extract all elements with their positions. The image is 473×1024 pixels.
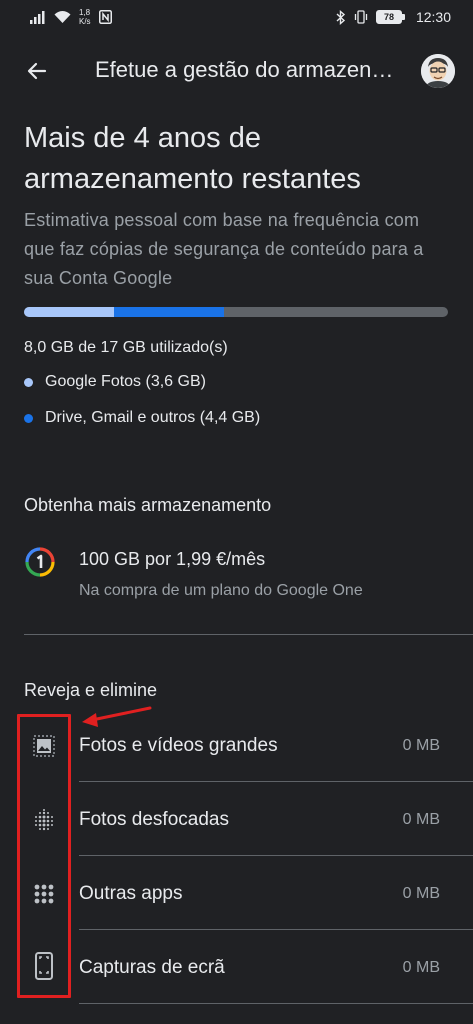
avatar[interactable]	[421, 54, 455, 88]
review-label: Outras apps	[79, 883, 183, 904]
review-label: Capturas de ecrã	[79, 957, 225, 978]
google-one-icon	[25, 547, 55, 577]
clock: 12:30	[415, 9, 451, 25]
app-bar: Efetue a gestão do armazenamento	[0, 44, 473, 96]
legend-item-drive: Drive, Gmail e outros (4,4 GB)	[24, 409, 260, 427]
battery-indicator: 78	[375, 10, 405, 24]
highlight-box	[17, 714, 71, 998]
storage-headline: Mais de 4 anos de armazenamento restante…	[24, 122, 361, 195]
usage-segment-drive	[114, 307, 224, 317]
review-size: 0 MB	[402, 811, 440, 828]
item-divider	[79, 929, 473, 930]
google-one-offer[interactable]: 100 GB por 1,99 €/mês Na compra de um pl…	[24, 540, 454, 606]
section-divider	[24, 634, 473, 635]
review-size: 0 MB	[402, 737, 440, 754]
usage-segment-photos	[24, 307, 114, 317]
get-more-title: Obtenha mais armazenamento	[24, 495, 272, 515]
arrow-back-icon	[27, 62, 47, 80]
legend-label-drive: Drive, Gmail e outros (4,4 GB)	[45, 409, 261, 426]
review-label: Fotos desfocadas	[79, 809, 229, 830]
status-right: 78 12:30	[336, 9, 451, 25]
avatar-icon	[421, 54, 455, 88]
signal-icon	[30, 10, 45, 24]
review-title: Reveja e elimine	[24, 680, 158, 700]
storage-description: Estimativa pessoal com base na frequênci…	[24, 210, 424, 288]
back-button[interactable]	[22, 56, 52, 86]
legend-label-photos: Google Fotos (3,6 GB)	[45, 373, 206, 390]
wifi-icon	[54, 10, 71, 23]
page-title: Efetue a gestão do armazenamento	[95, 57, 400, 82]
network-speed: 1,8 K/s	[79, 8, 91, 26]
item-divider	[79, 1003, 473, 1004]
review-size: 0 MB	[402, 959, 440, 976]
nfc-icon	[98, 10, 112, 24]
storage-usage-bar	[24, 307, 448, 317]
photos-dot	[24, 377, 33, 387]
legend-item-photos: Google Fotos (3,6 GB)	[24, 373, 206, 391]
status-bar: 1,8 K/s 78 12:30	[0, 0, 473, 34]
offer-title: 100 GB por 1,99 €/mês	[79, 549, 266, 569]
bluetooth-icon	[336, 9, 346, 25]
vibrate-icon	[354, 10, 368, 24]
item-divider	[79, 855, 473, 856]
review-label: Fotos e vídeos grandes	[79, 735, 278, 756]
offer-subtitle: Na compra de um plano do Google One	[79, 582, 363, 599]
red-arrow-icon	[82, 706, 152, 727]
storage-used-text: 8,0 GB de 17 GB utilizado(s)	[24, 339, 228, 356]
review-size: 0 MB	[402, 885, 440, 902]
speed-unit: K/s	[79, 17, 91, 26]
status-left: 1,8 K/s	[30, 8, 112, 26]
drive-dot	[24, 413, 33, 423]
speed-value: 1,8	[79, 8, 91, 17]
item-divider	[79, 781, 473, 782]
